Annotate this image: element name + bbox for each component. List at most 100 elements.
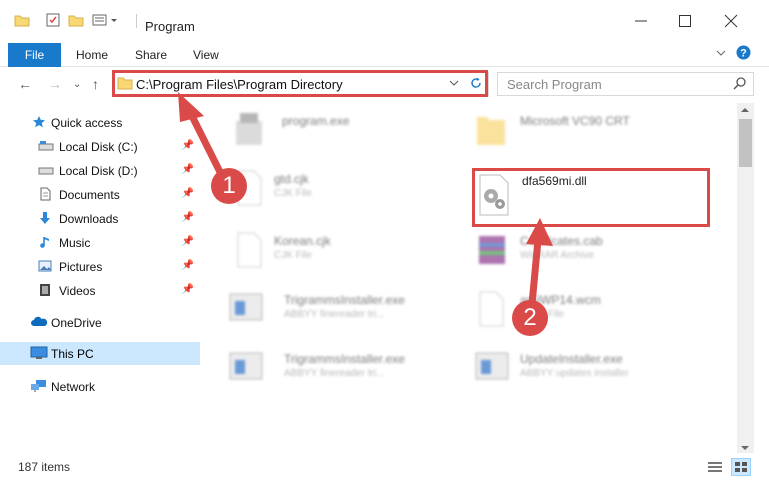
sidebar-item-quick-access[interactable]: Quick access — [0, 110, 200, 134]
sidebar-item-label: OneDrive — [51, 316, 102, 330]
star-icon — [32, 115, 46, 129]
sidebar-item-this-pc[interactable]: This PC — [0, 342, 200, 365]
installer-icon — [475, 352, 509, 380]
generic-file-icon — [237, 232, 262, 268]
file-name: gtd.cjk — [274, 172, 309, 186]
file-item[interactable]: Microsoft VC90 CRT — [474, 111, 724, 155]
sidebar-item-videos[interactable]: Videos 📌 — [0, 278, 200, 302]
address-highlight-box — [112, 70, 488, 97]
sidebar-item-downloads[interactable]: Downloads 📌 — [0, 206, 200, 230]
sidebar-item-music[interactable]: Music 📌 — [0, 230, 200, 254]
tab-home[interactable]: Home — [76, 48, 108, 62]
expand-ribbon-icon[interactable] — [715, 47, 727, 62]
document-icon — [38, 187, 52, 201]
picture-icon — [38, 259, 52, 273]
computer-icon — [30, 346, 48, 363]
file-item[interactable]: TrigrammsInstaller.exe ABBYY finereader … — [228, 349, 458, 393]
step-badge-2: 2 — [512, 300, 548, 336]
sidebar-item-documents[interactable]: Documents 📌 — [0, 182, 200, 206]
file-type: ABBYY finereader tri... — [284, 309, 385, 320]
tab-share[interactable]: Share — [135, 48, 167, 62]
properties-icon[interactable] — [45, 12, 61, 28]
file-item[interactable]: gtd.cjk CJK File — [232, 169, 452, 213]
close-button[interactable] — [724, 14, 738, 28]
title-separator — [136, 14, 137, 28]
sidebar-item-pictures[interactable]: Pictures 📌 — [0, 254, 200, 278]
scroll-up-icon[interactable] — [740, 104, 750, 118]
exe-file-icon — [236, 113, 262, 145]
window-title: Program — [145, 19, 195, 34]
up-arrow-icon[interactable]: ↑ — [92, 76, 99, 92]
sidebar-item-label: Downloads — [59, 212, 119, 226]
file-type: CJK File — [274, 188, 312, 199]
sidebar-item-label: Network — [51, 380, 96, 394]
search-input[interactable]: Search Program — [507, 77, 602, 92]
file-name: UpdateInstaller.exe — [520, 352, 623, 366]
network-icon — [30, 379, 48, 393]
file-item[interactable]: UpdateInstaller.exe ABBYY updates instal… — [474, 349, 724, 393]
file-item[interactable]: ar5iWP14.wcm WCM File — [474, 290, 724, 334]
maximize-button[interactable] — [678, 14, 692, 28]
ribbon: Home Share View ? — [0, 42, 769, 67]
file-type: CJK File — [274, 250, 312, 261]
scroll-down-icon[interactable] — [740, 442, 750, 456]
sidebar-item-label: Local Disk (D:) — [59, 164, 138, 178]
file-name: TrigrammsInstaller.exe — [284, 293, 405, 307]
pin-icon[interactable]: 📌 — [182, 164, 194, 175]
pin-icon[interactable]: 📌 — [182, 212, 194, 223]
archive-icon — [479, 236, 505, 264]
sidebar-item-network[interactable]: Network — [0, 374, 200, 398]
sidebar-item-onedrive[interactable]: OneDrive — [0, 310, 200, 334]
forward-arrow-icon[interactable]: → — [48, 76, 62, 92]
drive-icon — [38, 163, 54, 177]
pin-icon[interactable]: 📌 — [182, 284, 194, 295]
search-icon[interactable] — [733, 76, 747, 93]
back-arrow-icon[interactable]: ← — [18, 76, 32, 92]
minimize-button[interactable] — [634, 14, 648, 28]
generic-file-icon — [479, 291, 504, 327]
sidebar-item-local-disk-d[interactable]: Local Disk (D:) 📌 — [0, 158, 200, 182]
installer-icon — [229, 352, 263, 380]
help-icon[interactable]: ? — [736, 45, 751, 63]
scrollbar-thumb[interactable] — [739, 119, 752, 167]
svg-text:?: ? — [740, 48, 747, 60]
pin-icon[interactable]: 📌 — [182, 236, 194, 247]
new-folder-icon[interactable] — [68, 12, 84, 28]
sidebar-item-label: Quick access — [51, 116, 123, 130]
large-icons-view-icon[interactable] — [731, 458, 751, 476]
customize-toolbar-icon[interactable] — [92, 12, 118, 28]
step-badge-1: 1 — [211, 168, 247, 204]
file-highlight-box — [472, 168, 710, 227]
file-name: Korean.cjk — [274, 234, 331, 248]
file-name: Certificates.cab — [520, 234, 603, 248]
title-bar: Program — [0, 0, 769, 40]
file-item[interactable]: TrigrammsInstaller.exe ABBYY finereader … — [228, 290, 458, 334]
status-item-count: 187 items — [18, 460, 71, 474]
installer-icon — [229, 293, 263, 321]
tab-file[interactable]: File — [8, 43, 61, 67]
recent-locations-icon[interactable]: ⌄ — [73, 79, 81, 90]
file-item[interactable]: Korean.cjk CJK File — [232, 231, 452, 275]
music-note-icon — [38, 235, 52, 249]
cloud-icon — [30, 315, 48, 329]
sidebar-item-label: This PC — [51, 347, 94, 361]
file-item[interactable]: Certificates.cab WinRAR Archive — [474, 231, 724, 275]
file-item[interactable]: program.exe — [232, 111, 452, 155]
file-name: Microsoft VC90 CRT — [520, 114, 630, 128]
tab-view[interactable]: View — [193, 48, 219, 62]
details-view-icon[interactable] — [707, 460, 723, 477]
sidebar-item-label: Videos — [59, 284, 96, 298]
pin-icon[interactable]: 📌 — [182, 140, 194, 151]
pin-icon[interactable]: 📌 — [182, 260, 194, 271]
sidebar-item-local-disk-c[interactable]: Local Disk (C:) 📌 — [0, 134, 200, 158]
sidebar-item-label: Documents — [59, 188, 120, 202]
pin-icon[interactable]: 📌 — [182, 188, 194, 199]
file-type: ABBYY updates installer — [520, 368, 629, 379]
sidebar-item-label: Local Disk (C:) — [59, 140, 138, 154]
file-type: WinRAR Archive — [520, 250, 594, 261]
folder-icon — [477, 117, 505, 145]
drive-icon — [38, 139, 54, 153]
download-icon — [38, 211, 52, 225]
file-type: ABBYY finereader tri... — [284, 368, 385, 379]
sidebar-item-label: Music — [59, 236, 91, 250]
